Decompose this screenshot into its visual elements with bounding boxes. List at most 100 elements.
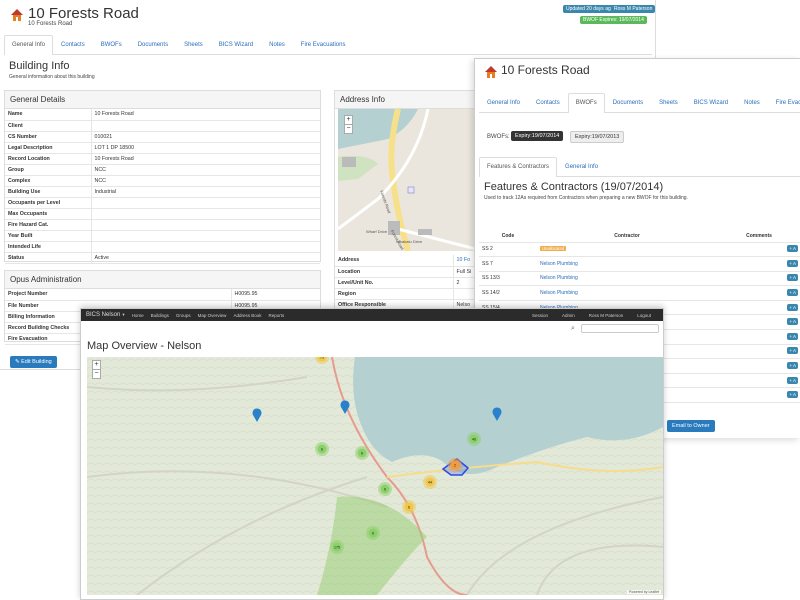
tab-general-info[interactable]: General Info: [4, 35, 54, 55]
nav-address-book[interactable]: Address Book: [233, 313, 261, 318]
cluster-count: 6: [321, 448, 323, 452]
feature-comments: + A: [717, 329, 800, 345]
marker-cluster[interactable]: 6: [378, 482, 392, 496]
page-subtitle: 10 Forests Road: [28, 21, 73, 27]
house-icon: [485, 66, 497, 78]
feature-code: SS 2: [479, 242, 537, 258]
feature-comments: + A: [717, 373, 800, 389]
add-comment-button[interactable]: + A: [787, 347, 798, 355]
nav-home[interactable]: Home: [132, 313, 144, 318]
updated-badge: Updated 20 days ago: [563, 5, 617, 13]
brand-name[interactable]: BICS Nelson: [86, 312, 120, 318]
contractor-link[interactable]: Nelson Plumbing: [540, 275, 578, 281]
add-comment-button[interactable]: + A: [787, 274, 798, 282]
tab-general-info[interactable]: General Info: [479, 93, 528, 112]
tab-documents[interactable]: Documents: [605, 93, 651, 112]
unallocated-badge[interactable]: Unallocated: [540, 246, 567, 252]
tab-bwof-general-info[interactable]: General Info: [557, 157, 606, 176]
add-comment-button[interactable]: + A: [787, 289, 798, 297]
zoom-out-button[interactable]: −: [344, 124, 353, 134]
row-value: [91, 208, 320, 220]
feature-code: SS 14/2: [479, 285, 537, 301]
tab-features-contractors[interactable]: Features & Contractors: [479, 157, 558, 177]
add-comment-button[interactable]: + A: [787, 362, 798, 370]
bwofs-label: BWOFs:: [487, 134, 510, 140]
tab-notes[interactable]: Notes: [261, 35, 293, 54]
row-label: Project Number: [5, 289, 232, 301]
address-info-table: Address 10 Fo Location Full Si Level/Unit No…: [335, 255, 478, 311]
contractor-link[interactable]: Nelson Plumbing: [540, 261, 578, 267]
row-label: Status: [5, 252, 92, 264]
add-comment-button[interactable]: + A: [787, 259, 798, 267]
address-map[interactable]: Forest Road Forests Road Whakatu Drive W…: [338, 109, 476, 251]
tab-bwofs[interactable]: BWOFs: [567, 93, 605, 113]
table-row: CS Number 010021: [5, 131, 320, 143]
tab-sheets[interactable]: Sheets: [176, 35, 211, 54]
add-comment-button[interactable]: + A: [787, 391, 798, 399]
overview-map[interactable]: 73 6 6 6 6 44 46 2 175 6 + − Powered by Leaflet: [87, 357, 663, 595]
bwof-subtabs: Features & Contractors General Info: [479, 157, 800, 177]
nav-groups[interactable]: Groups: [176, 313, 191, 318]
marker-cluster[interactable]: 175: [330, 540, 344, 554]
feature-contractor[interactable]: Nelson Plumbing: [537, 285, 717, 301]
nav-logout[interactable]: Logout: [637, 313, 651, 318]
navbar-right: Session Admin Ross M Paterson Logout: [525, 309, 658, 321]
tab-notes[interactable]: Notes: [736, 93, 768, 112]
map-attribution[interactable]: Powered by Leaflet: [627, 590, 661, 594]
add-comment-button[interactable]: + A: [787, 303, 798, 311]
marker-cluster[interactable]: 2: [448, 458, 462, 472]
email-to-owner-button[interactable]: Email to Owner: [667, 420, 715, 432]
marker-cluster[interactable]: 6: [366, 526, 380, 540]
marker-cluster[interactable]: 46: [467, 432, 481, 446]
nav-session[interactable]: Session: [532, 313, 548, 318]
tab-bics-wizard[interactable]: BICS Wizard: [211, 35, 261, 54]
tab-fire-evacuations[interactable]: Fire Evacuations: [293, 35, 354, 54]
expiry-2013-button[interactable]: Expiry:19/07/2013: [570, 131, 625, 143]
table-row: Name 10 Forests Road: [5, 109, 320, 121]
user-badge[interactable]: Ross M Paterson: [611, 5, 656, 13]
tab-bwofs[interactable]: BWOFs: [93, 35, 130, 54]
tab-contacts[interactable]: Contacts: [528, 93, 568, 112]
expiry-2014-button[interactable]: Expiry:19/07/2014: [511, 131, 564, 141]
tab-documents[interactable]: Documents: [130, 35, 176, 54]
nav-reports[interactable]: Reports: [268, 313, 284, 318]
row-label: Fire Hazard Cat.: [5, 219, 92, 231]
feature-contractor[interactable]: Nelson Plumbing: [537, 256, 717, 272]
feature-comments: + A: [717, 271, 800, 287]
address-info-title: Address Info: [335, 91, 478, 109]
feature-contractor[interactable]: Unallocated: [537, 242, 717, 258]
nav-user[interactable]: Ross M Paterson: [589, 313, 624, 318]
table-row: Address 10 Fo: [335, 255, 478, 267]
nav-map-overview[interactable]: Map Overview: [198, 313, 227, 318]
row-label: Intended Life: [5, 241, 92, 253]
marker-cluster[interactable]: 44: [423, 475, 437, 489]
marker-cluster[interactable]: 6: [355, 446, 369, 460]
map-overview-window: BICS Nelson ▾ Home Buildings Groups Map …: [80, 308, 664, 600]
nav-admin[interactable]: Admin: [562, 313, 575, 318]
add-comment-button[interactable]: + A: [787, 245, 798, 253]
edit-building-button[interactable]: ✎ Edit Building: [10, 356, 57, 368]
cluster-count: 6: [361, 452, 363, 456]
tab-contacts[interactable]: Contacts: [53, 35, 93, 54]
feature-contractor[interactable]: Nelson Plumbing: [537, 271, 717, 287]
add-comment-button[interactable]: + A: [787, 332, 798, 340]
search-input[interactable]: [581, 324, 659, 333]
add-comment-button[interactable]: + A: [787, 318, 798, 326]
feature-code: SS 13/3: [479, 271, 537, 287]
table-row: Record Location 10 Forests Road: [5, 153, 320, 165]
feature-comments: + A: [717, 300, 800, 316]
marker-cluster[interactable]: 6: [315, 442, 329, 456]
map-zoom-out-button[interactable]: −: [92, 369, 101, 379]
tab-fire-evacuations[interactable]: Fire Evacuations: [768, 93, 800, 112]
nav-buildings[interactable]: Buildings: [151, 313, 169, 318]
feature-comments: + A: [717, 256, 800, 272]
marker-cluster[interactable]: 6: [402, 500, 416, 514]
tab-sheets[interactable]: Sheets: [651, 93, 686, 112]
col-comments: Comments: [717, 230, 800, 243]
general-details-title: General Details: [5, 91, 320, 109]
add-comment-button[interactable]: + A: [787, 376, 798, 384]
tab-bics-wizard[interactable]: BICS Wizard: [686, 93, 736, 112]
contractor-link[interactable]: Nelson Plumbing: [540, 290, 578, 296]
address-info-panel: Address Info Forest Road Forests Road Wh…: [334, 90, 479, 312]
brand-dropdown-icon[interactable]: ▾: [122, 312, 124, 318]
